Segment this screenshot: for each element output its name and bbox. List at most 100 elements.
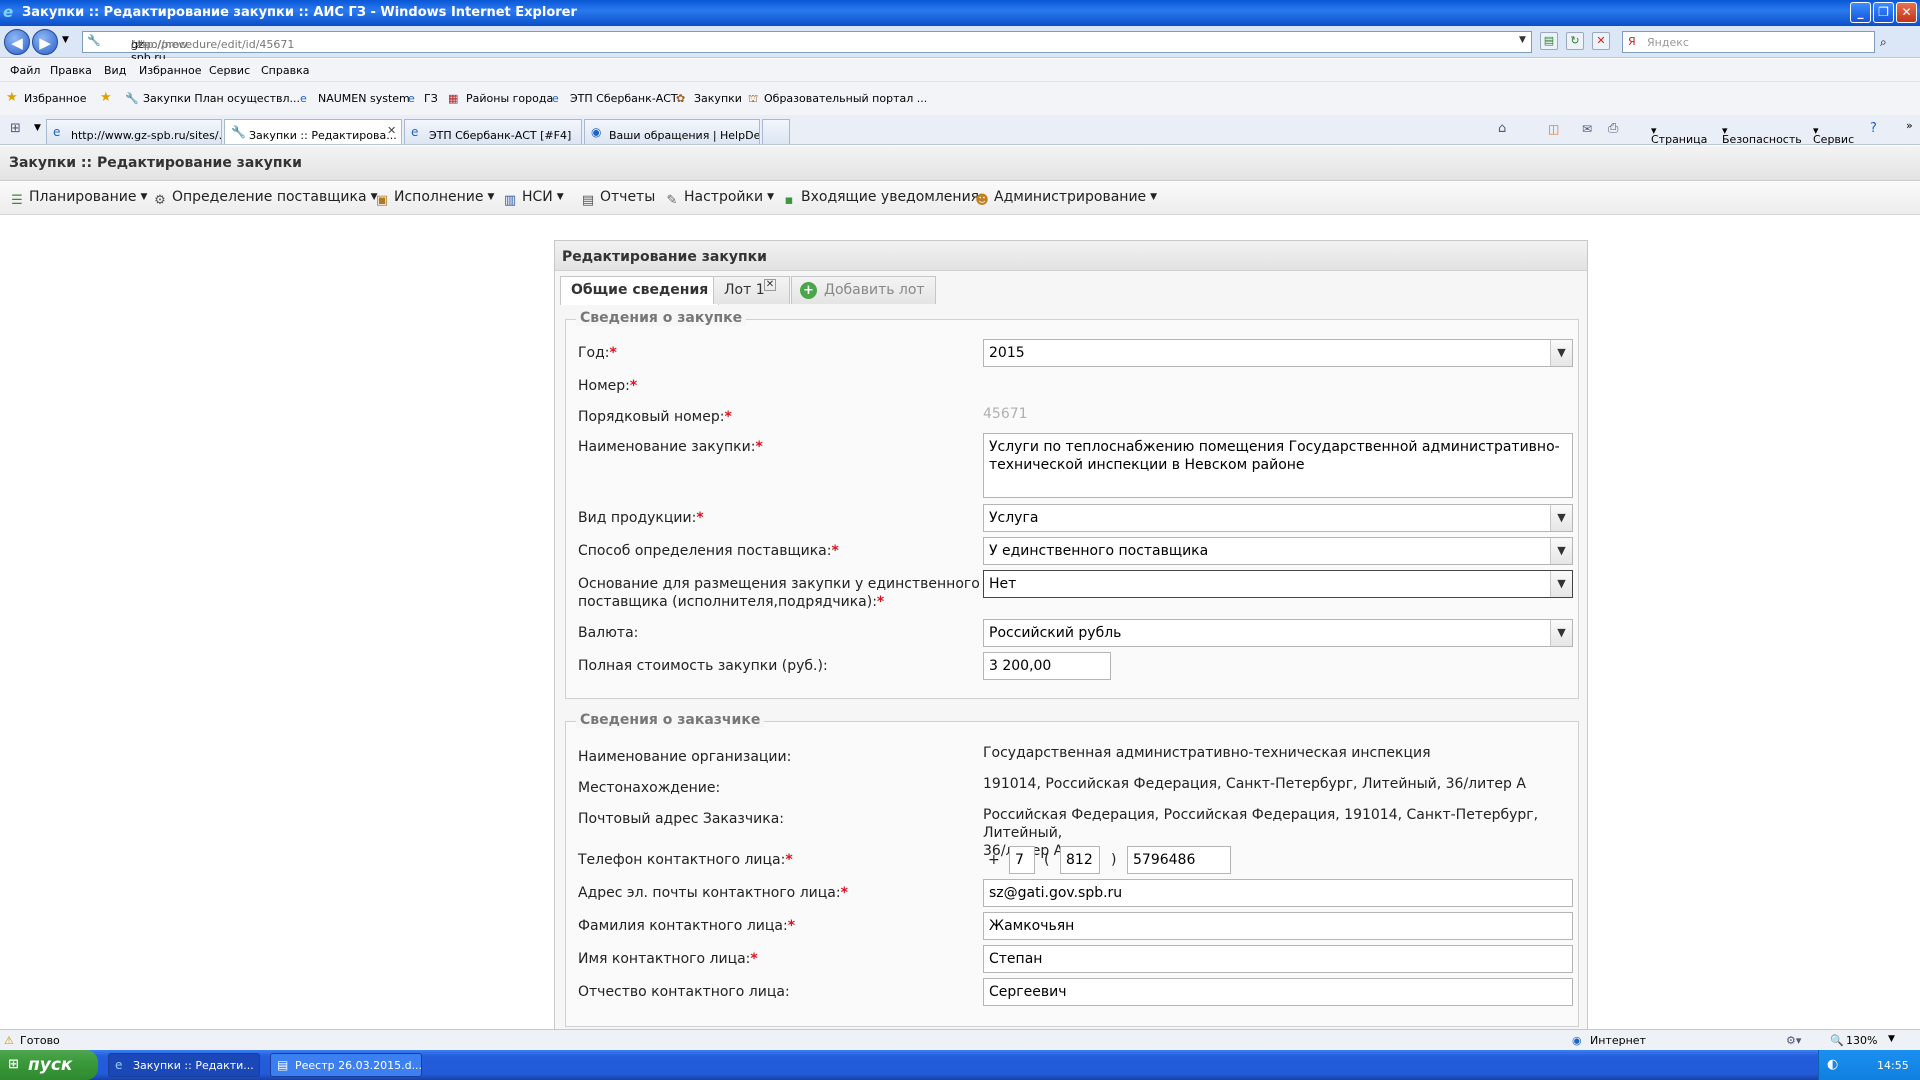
email-input[interactable]: sz@gati.gov.spb.ru bbox=[983, 879, 1573, 907]
security-menu[interactable]: Безопасность ▾ bbox=[1722, 124, 1802, 146]
chevron-down-icon[interactable]: ▼ bbox=[1550, 620, 1572, 646]
read-mail-icon[interactable]: ✉ bbox=[1582, 122, 1592, 136]
chevron-down-icon[interactable]: ▼ bbox=[1550, 538, 1572, 564]
fav-link-6[interactable]: Закупки bbox=[694, 92, 742, 105]
gears-icon: ⚙ bbox=[154, 193, 166, 208]
add-favorite-icon[interactable]: ★ bbox=[100, 90, 112, 105]
start-button[interactable]: ⊞ пуск bbox=[0, 1050, 98, 1080]
user-icon: ☻ bbox=[975, 193, 989, 208]
address-dropdown-icon[interactable]: ▼ bbox=[1519, 35, 1526, 45]
browser-tab-4[interactable]: ◉ Ваши обращения | HelpDesk... bbox=[584, 119, 760, 144]
close-tab-icon[interactable]: ✕ bbox=[387, 124, 396, 137]
fav-link-1[interactable]: Закупки План осуществл... bbox=[143, 92, 300, 105]
menu-edit[interactable]: Правка bbox=[50, 64, 92, 77]
app-menu-bar: ☰ Планирование ▼ ⚙ Определение поставщика ▼ … bbox=[0, 181, 1920, 215]
add-lot-button[interactable]: + Добавить лот bbox=[791, 276, 936, 304]
chevron-down-icon[interactable]: ▼ bbox=[1550, 505, 1572, 531]
fav-link-2[interactable]: NAUMEN system bbox=[318, 92, 410, 105]
menu-notifications[interactable]: ▪ Входящие уведомления bbox=[780, 189, 980, 210]
org-name-value: Государственная административно-техничес… bbox=[983, 745, 1431, 761]
chevron-down-icon: ▼ bbox=[140, 192, 148, 202]
tool-page-icon: 🔧 bbox=[231, 125, 246, 139]
taskbar-item-word[interactable]: ▤ Реестр 26.03.2015.d... bbox=[270, 1053, 422, 1077]
compat-view-icon[interactable]: ▤ bbox=[1540, 32, 1558, 50]
new-tab-button[interactable] bbox=[762, 119, 790, 144]
menu-supplier[interactable]: ⚙ Определение поставщика ▼ bbox=[151, 189, 377, 210]
browser-tab-3[interactable]: e ЭТП Сбербанк-АСТ [#F4] bbox=[404, 119, 582, 144]
method-label-text: Способ определения поставщика: bbox=[578, 543, 832, 559]
service-menu[interactable]: Сервис ▾ bbox=[1813, 124, 1854, 146]
chevron-down-icon[interactable]: ▼ bbox=[1550, 571, 1572, 597]
menu-settings[interactable]: ✎ Настройки ▼ bbox=[663, 189, 774, 210]
menu-reports-label: Отчеты bbox=[600, 189, 656, 205]
product-type-select[interactable]: Услуга ▼ bbox=[983, 504, 1573, 532]
history-dropdown-icon[interactable]: ▼ bbox=[62, 35, 69, 45]
chevron-more-icon[interactable]: » bbox=[1906, 119, 1913, 132]
help-icon[interactable]: ? bbox=[1870, 121, 1877, 136]
quick-tabs-icon[interactable]: ⊞ bbox=[10, 121, 21, 136]
currency-select[interactable]: Российский рубль ▼ bbox=[983, 619, 1573, 647]
taskbar-item-ie[interactable]: e Закупки :: Редакти... bbox=[108, 1053, 260, 1077]
print-icon[interactable]: ⎙ bbox=[1608, 121, 1618, 136]
required-marker: * bbox=[755, 439, 763, 455]
menu-tools[interactable]: Сервис bbox=[209, 64, 250, 77]
lastname-input[interactable]: Жамкочьян bbox=[983, 912, 1573, 940]
middlename-label: Отчество контактного лица: bbox=[578, 984, 790, 1000]
browser-tab-1[interactable]: e http://www.gz-spb.ru/sites/... bbox=[46, 119, 222, 144]
menu-execution[interactable]: ▣ Исполнение ▼ bbox=[373, 189, 495, 210]
zoom-level[interactable]: 130% bbox=[1846, 1034, 1877, 1047]
forward-button[interactable]: ▶ bbox=[32, 29, 58, 55]
year-select[interactable]: 2015 ▼ bbox=[983, 339, 1573, 367]
required-marker: * bbox=[629, 378, 638, 394]
postal-line-1: Российская Федерация, Российская Федерац… bbox=[983, 807, 1539, 841]
browser-tab-2[interactable]: 🔧 Закупки :: Редактирова... ✕ bbox=[224, 119, 402, 144]
fav-link-5[interactable]: ЭТП Сбербанк-АСТ bbox=[570, 92, 678, 105]
page-header: Закупки :: Редактирование закупки bbox=[0, 146, 1920, 181]
chevron-down-icon[interactable]: ▼ bbox=[1550, 340, 1572, 366]
fav-link-4[interactable]: Районы города bbox=[466, 92, 553, 105]
currency-label: Валюта: bbox=[578, 625, 639, 641]
required-marker: * bbox=[696, 510, 704, 526]
feeds-icon[interactable]: ◫ bbox=[1548, 122, 1559, 136]
tab-general[interactable]: Общие сведения bbox=[560, 276, 720, 305]
page-menu[interactable]: Страница ▾ bbox=[1651, 124, 1707, 146]
tab-list-dropdown-icon[interactable]: ▼ bbox=[34, 123, 41, 133]
fav-link-7[interactable]: Образовательный портал ... bbox=[764, 92, 927, 105]
search-input[interactable]: Я Яндекс bbox=[1622, 31, 1875, 53]
address-input[interactable]: 🔧 http://new. gz-spb.ru/#po/procedure/edi… bbox=[82, 31, 1532, 64]
menu-help[interactable]: Справка bbox=[261, 64, 309, 77]
search-go-icon[interactable]: ⌕ bbox=[1880, 35, 1887, 50]
firstname-input[interactable]: Степан bbox=[983, 945, 1573, 973]
menu-file[interactable]: Файл bbox=[10, 64, 40, 77]
menu-admin[interactable]: ☻ Администрирование ▼ bbox=[973, 189, 1157, 210]
tray-app-icon[interactable]: ◐ bbox=[1827, 1057, 1838, 1072]
back-button[interactable]: ◀ bbox=[4, 29, 30, 55]
tab-lot-1[interactable]: Лот 1 ✕ bbox=[713, 276, 790, 304]
minimize-button[interactable]: _ bbox=[1850, 2, 1871, 23]
phone-number-input[interactable]: 5796486 bbox=[1127, 846, 1231, 874]
refresh-icon[interactable]: ↻ bbox=[1566, 32, 1584, 50]
basis-select[interactable]: Нет ▼ bbox=[983, 570, 1573, 598]
supplier-method-select[interactable]: У единственного поставщика ▼ bbox=[983, 537, 1573, 565]
menu-reports[interactable]: ▤ Отчеты bbox=[579, 189, 655, 210]
purchase-name-label: Наименование закупки:* bbox=[578, 438, 763, 456]
zoom-dropdown-icon[interactable]: ▼ bbox=[1888, 1034, 1895, 1044]
purchase-name-textarea[interactable]: Услуги по теплоснабжению помещения Госуд… bbox=[983, 433, 1573, 498]
total-cost-input[interactable]: 3 200,00 bbox=[983, 652, 1111, 680]
stop-icon[interactable]: ✕ bbox=[1592, 32, 1610, 50]
fav-link-3[interactable]: ГЗ bbox=[424, 92, 438, 105]
menu-favorites[interactable]: Избранное bbox=[139, 64, 201, 77]
phone-country-input[interactable]: 7 bbox=[1009, 846, 1035, 874]
protected-mode-icon[interactable]: ⚙▾ bbox=[1786, 1034, 1801, 1047]
favorites-button[interactable]: Избранное bbox=[24, 92, 86, 105]
phone-area-code-input[interactable]: 812 bbox=[1060, 846, 1100, 874]
close-lot-icon[interactable]: ✕ bbox=[764, 279, 776, 291]
menu-planning[interactable]: ☰ Планирование ▼ bbox=[8, 189, 147, 210]
close-window-button[interactable]: ✕ bbox=[1896, 2, 1917, 23]
menu-view[interactable]: Вид bbox=[104, 64, 126, 77]
menu-nsi[interactable]: ▥ НСИ ▼ bbox=[501, 189, 564, 210]
home-icon[interactable]: ⌂ bbox=[1498, 121, 1506, 136]
lastname-label: Фамилия контактного лица:* bbox=[578, 917, 795, 935]
restore-button[interactable]: ❐ bbox=[1873, 2, 1894, 23]
middlename-input[interactable]: Сергеевич bbox=[983, 978, 1573, 1006]
